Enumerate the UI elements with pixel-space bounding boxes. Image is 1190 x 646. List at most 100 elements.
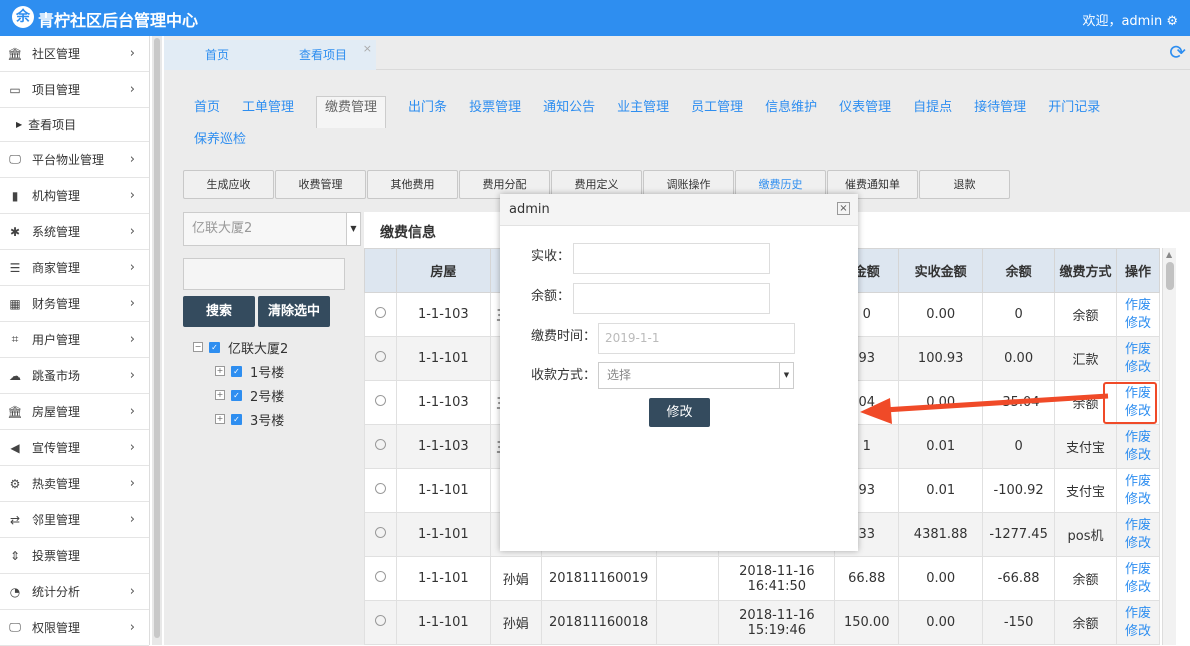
sidebar-item[interactable]: 🖵 平台物业管理 › — [0, 142, 149, 178]
nav-tab[interactable]: 自提点 — [913, 97, 952, 129]
radio-icon[interactable] — [374, 483, 386, 494]
fee-action-button[interactable]: 退款 — [919, 170, 1010, 199]
payment-time-input[interactable]: 2019-1-1 — [598, 323, 795, 354]
nav-tab[interactable]: 通知公告 — [543, 97, 595, 129]
row-select[interactable] — [364, 556, 397, 601]
nav-tab[interactable]: 出门条 — [408, 97, 447, 129]
checkbox-checked-icon[interactable]: ✓ — [231, 413, 242, 425]
sidebar-item[interactable]: ⇕ 投票管理 — [0, 538, 149, 574]
sidebar-item[interactable]: ✱ 系统管理 › — [0, 214, 149, 250]
nav-tab[interactable]: 接待管理 — [974, 97, 1026, 129]
nav-tab[interactable]: 仪表管理 — [839, 97, 891, 129]
cell-time: 2018-11-16 15:19:46 — [718, 600, 836, 645]
cell-house: 1-1-101 — [395, 512, 491, 557]
void-edit-link[interactable]: 作废 修改 — [1125, 474, 1151, 507]
sidebar-item[interactable]: ◔ 统计分析 › — [0, 574, 149, 610]
sidebar-item[interactable]: ⚙ 热卖管理 › — [0, 466, 149, 502]
checkbox-checked-icon[interactable]: ✓ — [231, 389, 242, 401]
welcome-user-menu[interactable]: 欢迎，admin ⚙ — [1082, 10, 1178, 29]
sidebar-subitem-view-project[interactable]: ▶ 查看项目 — [0, 108, 149, 142]
scrollbar-thumb[interactable] — [1166, 262, 1174, 290]
void-edit-link[interactable]: 作废 修改 — [1125, 562, 1151, 595]
payment-method-select[interactable]: 选择 ▼ — [598, 362, 794, 389]
sidebar-item[interactable]: ▮ 机构管理 › — [0, 178, 149, 214]
scroll-up-icon[interactable]: ▲ — [1166, 250, 1172, 259]
refresh-icon[interactable]: ⟳ — [1169, 40, 1186, 64]
filter-input[interactable] — [183, 258, 345, 290]
nav-tab[interactable]: 业主管理 — [617, 97, 669, 129]
void-edit-link[interactable]: 作废 修改 — [1125, 342, 1151, 375]
sidebar-item[interactable]: ◀ 宣传管理 › — [0, 430, 149, 466]
sidebar-item[interactable]: 🖵 权限管理 › — [0, 610, 149, 646]
radio-icon[interactable] — [374, 439, 386, 450]
sidebar-item[interactable]: ☰ 商家管理 › — [0, 250, 149, 286]
row-select[interactable] — [364, 292, 397, 337]
cell-house: 1-1-101 — [395, 556, 491, 601]
radio-icon[interactable] — [374, 307, 386, 318]
nav-tab[interactable]: 投票管理 — [469, 97, 521, 129]
tree-node[interactable]: + ✓ 3号楼 — [183, 407, 363, 431]
sidebar-scrollbar[interactable] — [152, 36, 162, 645]
paid-amount-input[interactable] — [573, 243, 770, 274]
clear-selection-button[interactable]: 清除选中 — [258, 296, 330, 327]
row-select[interactable] — [364, 380, 397, 425]
expand-icon[interactable]: + — [215, 366, 225, 376]
close-tab-icon[interactable]: × — [363, 34, 372, 64]
chevron-right-icon: › — [129, 46, 135, 61]
radio-icon[interactable] — [374, 395, 386, 406]
nav-tab[interactable]: 信息维护 — [765, 97, 817, 129]
expand-icon[interactable]: + — [215, 414, 225, 424]
expand-icon[interactable]: + — [215, 390, 225, 400]
chevron-down-icon[interactable]: ▼ — [346, 213, 360, 245]
nav-tab[interactable]: 保养巡检 — [194, 129, 246, 161]
close-icon[interactable]: × — [837, 202, 850, 215]
page-tab-view-project[interactable]: 查看项目 × — [270, 40, 376, 70]
table-row[interactable]: 1-1-101 孙娟 201811160019 2018-11-16 16:41:50… — [364, 556, 1161, 601]
tree-node[interactable]: + ✓ 1号楼 — [183, 359, 363, 383]
sidebar-item-label: 跳蚤市场 — [32, 369, 81, 383]
radio-icon[interactable] — [374, 527, 386, 538]
checkbox-checked-icon[interactable]: ✓ — [231, 365, 242, 377]
page-tab-home[interactable]: 首页 — [164, 40, 270, 70]
checkbox-checked-icon[interactable]: ✓ — [209, 341, 220, 353]
table-row[interactable]: 1-1-101 孙娟 201811160018 2018-11-16 15:19:46… — [364, 600, 1161, 645]
chevron-down-icon[interactable]: ▼ — [779, 363, 793, 388]
sidebar-item[interactable]: 🏛 社区管理 › — [0, 36, 149, 72]
table-scrollbar[interactable]: ▲ — [1162, 248, 1176, 645]
void-edit-link[interactable]: 作废 修改 — [1125, 298, 1151, 331]
balance-input[interactable] — [573, 283, 770, 314]
nav-tab[interactable]: 开门记录 — [1048, 97, 1100, 129]
radio-icon[interactable] — [374, 571, 386, 582]
scrollbar-thumb[interactable] — [154, 38, 160, 638]
sidebar-item[interactable]: ⇄ 邻里管理 › — [0, 502, 149, 538]
sidebar-item-label: 热卖管理 — [32, 477, 81, 491]
row-select[interactable] — [364, 424, 397, 469]
fee-action-button[interactable]: 收费管理 — [275, 170, 366, 199]
fee-action-button[interactable]: 生成应收 — [183, 170, 274, 199]
row-select[interactable] — [364, 336, 397, 381]
building-select[interactable]: 亿联大厦2 ▼ — [183, 212, 361, 246]
void-edit-link[interactable]: 作废 修改 — [1125, 430, 1151, 463]
row-select[interactable] — [364, 468, 397, 513]
sidebar-item[interactable]: ▭ 项目管理 › — [0, 72, 149, 108]
radio-icon[interactable] — [374, 615, 386, 626]
nav-tab[interactable]: 工单管理 — [242, 97, 294, 129]
void-edit-link[interactable]: 作废 修改 — [1125, 606, 1151, 639]
search-button[interactable]: 搜索 — [183, 296, 255, 327]
row-select[interactable] — [364, 512, 397, 557]
radio-icon[interactable] — [374, 351, 386, 362]
void-edit-link[interactable]: 作废 修改 — [1125, 518, 1151, 551]
nav-tab[interactable]: 首页 — [194, 97, 220, 129]
sidebar-item[interactable]: ☁ 跳蚤市场 › — [0, 358, 149, 394]
sidebar-item[interactable]: ⌗ 用户管理 › — [0, 322, 149, 358]
submit-edit-button[interactable]: 修改 — [649, 398, 710, 427]
sidebar-item[interactable]: 🏛 房屋管理 › — [0, 394, 149, 430]
fee-action-button[interactable]: 其他费用 — [367, 170, 458, 199]
row-select[interactable] — [364, 600, 397, 645]
tree-root[interactable]: − ✓ 亿联大厦2 — [183, 335, 363, 359]
nav-tab[interactable]: 员工管理 — [691, 97, 743, 129]
nav-tab[interactable]: 缴费管理 — [316, 96, 387, 128]
collapse-icon[interactable]: − — [193, 342, 203, 352]
sidebar-item[interactable]: ▦ 财务管理 › — [0, 286, 149, 322]
tree-node[interactable]: + ✓ 2号楼 — [183, 383, 363, 407]
